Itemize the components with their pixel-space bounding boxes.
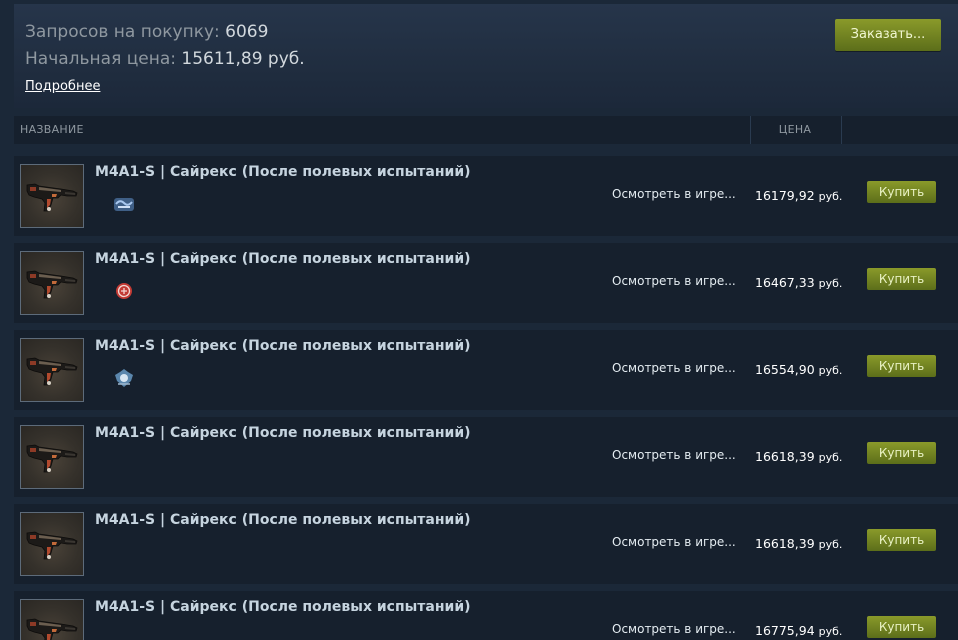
listing-row: M4A1-S | Сайрекс (После полевых испытани… xyxy=(14,417,958,497)
item-thumbnail[interactable] xyxy=(20,512,84,576)
rifle-icon xyxy=(26,357,78,386)
sticker-graffiti-icon xyxy=(114,198,134,211)
more-details-link[interactable]: Подробнее xyxy=(25,79,100,94)
listing-price: 16618,39 руб. xyxy=(755,449,842,464)
listing-row: M4A1-S | Сайрекс (После полевых испытани… xyxy=(14,591,958,640)
price-currency: руб. xyxy=(818,451,843,464)
start-price-label: Начальная цена: xyxy=(25,49,176,69)
buy-requests-line: Запросов на покупку: 6069 xyxy=(25,22,268,42)
rifle-icon xyxy=(26,618,78,640)
price-amount: 16179,92 xyxy=(755,188,815,203)
sticker-emblem-icon xyxy=(115,369,133,387)
inspect-in-game-link[interactable]: Осмотреть в игре... xyxy=(612,535,736,549)
rifle-icon xyxy=(26,531,78,560)
inspect-in-game-link[interactable]: Осмотреть в игре... xyxy=(612,187,736,201)
sticker-red-badge-icon xyxy=(116,283,132,299)
rifle-icon xyxy=(26,444,78,473)
price-currency: руб. xyxy=(818,364,843,377)
price-amount: 16775,94 xyxy=(755,623,815,638)
listing-price: 16179,92 руб. xyxy=(755,188,842,203)
buy-button[interactable]: Купить xyxy=(867,355,936,377)
buy-order-summary-panel: Запросов на покупку: 6069 Начальная цена… xyxy=(14,4,958,108)
item-name[interactable]: M4A1-S | Сайрекс (После полевых испытани… xyxy=(95,599,471,615)
price-amount: 16618,39 xyxy=(755,536,815,551)
item-thumbnail[interactable] xyxy=(20,338,84,402)
inspect-in-game-link[interactable]: Осмотреть в игре... xyxy=(612,274,736,288)
item-name[interactable]: M4A1-S | Сайрекс (После полевых испытани… xyxy=(95,338,471,354)
item-thumbnail[interactable] xyxy=(20,251,84,315)
rifle-icon xyxy=(26,183,78,212)
buy-requests-count: 6069 xyxy=(225,22,269,42)
market-listing-page: Запросов на покупку: 6069 Начальная цена… xyxy=(0,0,958,640)
price-currency: руб. xyxy=(818,277,843,290)
buy-button[interactable]: Купить xyxy=(867,181,936,203)
inspect-in-game-link[interactable]: Осмотреть в игре... xyxy=(612,448,736,462)
item-name[interactable]: M4A1-S | Сайрекс (После полевых испытани… xyxy=(95,164,471,180)
inspect-in-game-link[interactable]: Осмотреть в игре... xyxy=(612,361,736,375)
start-price-value: 15611,89 руб. xyxy=(181,49,305,69)
price-currency: руб. xyxy=(818,538,843,551)
item-name[interactable]: M4A1-S | Сайрекс (После полевых испытани… xyxy=(95,512,471,528)
listing-row: M4A1-S | Сайрекс (После полевых испытани… xyxy=(14,504,958,584)
place-order-button[interactable]: Заказать... xyxy=(835,19,941,51)
listing-row: M4A1-S | Сайрекс (После полевых испытани… xyxy=(14,156,958,236)
listing-row: M4A1-S | Сайрекс (После полевых испытани… xyxy=(14,330,958,410)
listing-price: 16775,94 руб. xyxy=(755,623,842,638)
price-currency: руб. xyxy=(818,190,843,203)
column-divider xyxy=(841,116,842,144)
price-amount: 16618,39 xyxy=(755,449,815,464)
price-currency: руб. xyxy=(818,625,843,638)
inspect-in-game-link[interactable]: Осмотреть в игре... xyxy=(612,622,736,636)
column-header-price: ЦЕНА xyxy=(778,123,812,136)
item-thumbnail[interactable] xyxy=(20,425,84,489)
price-amount: 16554,90 xyxy=(755,362,815,377)
item-thumbnail[interactable] xyxy=(20,599,84,640)
listing-price: 16467,33 руб. xyxy=(755,275,842,290)
listing-table-header: НАЗВАНИЕ ЦЕНА xyxy=(14,116,958,144)
buy-button[interactable]: Купить xyxy=(867,442,936,464)
buy-button[interactable]: Купить xyxy=(867,616,936,638)
listing-price: 16618,39 руб. xyxy=(755,536,842,551)
rifle-icon xyxy=(26,270,78,299)
listing-price: 16554,90 руб. xyxy=(755,362,842,377)
price-amount: 16467,33 xyxy=(755,275,815,290)
buy-requests-label: Запросов на покупку: xyxy=(25,22,220,42)
buy-button[interactable]: Купить xyxy=(867,529,936,551)
listing-row: M4A1-S | Сайрекс (После полевых испытани… xyxy=(14,243,958,323)
buy-button[interactable]: Купить xyxy=(867,268,936,290)
item-name[interactable]: M4A1-S | Сайрекс (После полевых испытани… xyxy=(95,425,471,441)
item-thumbnail[interactable] xyxy=(20,164,84,228)
start-price-line: Начальная цена: 15611,89 руб. xyxy=(25,49,305,69)
column-header-name: НАЗВАНИЕ xyxy=(20,123,84,136)
item-name[interactable]: M4A1-S | Сайрекс (После полевых испытани… xyxy=(95,251,471,267)
